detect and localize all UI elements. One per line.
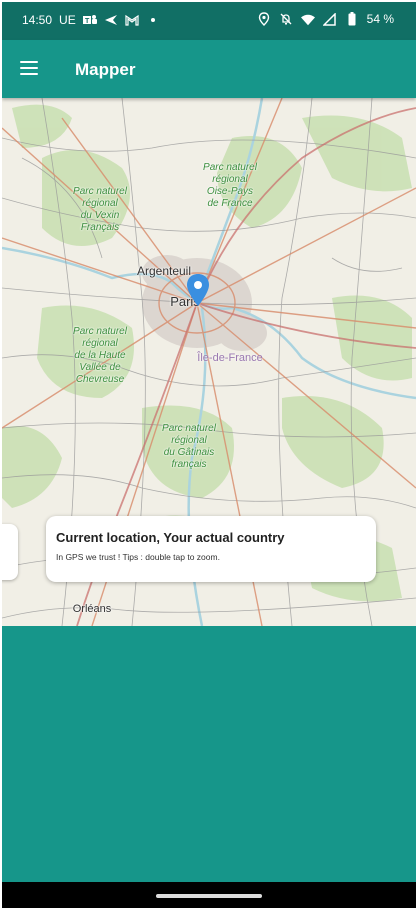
battery-icon xyxy=(345,12,359,26)
alarm-off-icon xyxy=(279,12,293,26)
location-icon xyxy=(257,12,271,26)
map-view[interactable]: Parc naturel régional du Vexin Français … xyxy=(2,98,416,626)
location-popup[interactable]: Current location, Your actual country In… xyxy=(46,516,376,582)
label-chevreuse: Parc naturel régional de la Haute Vallée… xyxy=(73,326,127,385)
status-time: 14:50 xyxy=(22,13,53,27)
app-bar: Mapper xyxy=(2,40,416,98)
wifi-icon xyxy=(300,12,315,26)
home-gesture-bar[interactable] xyxy=(156,894,262,898)
system-nav-bar xyxy=(2,882,416,908)
label-ile-de-france: Île-de-France xyxy=(197,352,263,364)
battery-percent: 54 % xyxy=(366,12,394,26)
dot-icon xyxy=(146,13,160,27)
gmail-icon xyxy=(125,13,139,27)
svg-text:T: T xyxy=(85,18,90,25)
signal-icon xyxy=(323,12,337,26)
label-gatinais: Parc naturel régional du Gâtinais frança… xyxy=(162,423,216,470)
popup-title: Current location, Your actual country xyxy=(56,530,285,545)
side-drawer-handle[interactable] xyxy=(2,524,18,580)
status-bar-right: 54 % xyxy=(257,12,394,26)
label-orleans: Orléans xyxy=(72,603,112,615)
app-window: 14:50 UE T 54 % Mapper Parc naturel régi… xyxy=(2,2,416,908)
status-bar: 14:50 UE T 54 % xyxy=(2,2,416,40)
send-icon xyxy=(104,13,118,27)
label-vexin: Parc naturel régional du Vexin Français xyxy=(73,186,127,233)
status-bar-left: 14:50 UE T xyxy=(22,13,160,27)
hamburger-menu-icon[interactable] xyxy=(18,59,42,79)
label-oise-pays-de-france: Parc naturel régional Oise-Pays de Franc… xyxy=(203,162,257,209)
label-argenteuil: Argenteuil xyxy=(136,264,192,278)
popup-subtitle: In GPS we trust ! Tips : double tap to z… xyxy=(56,552,220,562)
teams-icon: T xyxy=(82,13,97,27)
map-pin-icon[interactable] xyxy=(186,274,210,306)
app-title: Mapper xyxy=(75,60,136,79)
status-carrier: UE xyxy=(59,13,76,27)
